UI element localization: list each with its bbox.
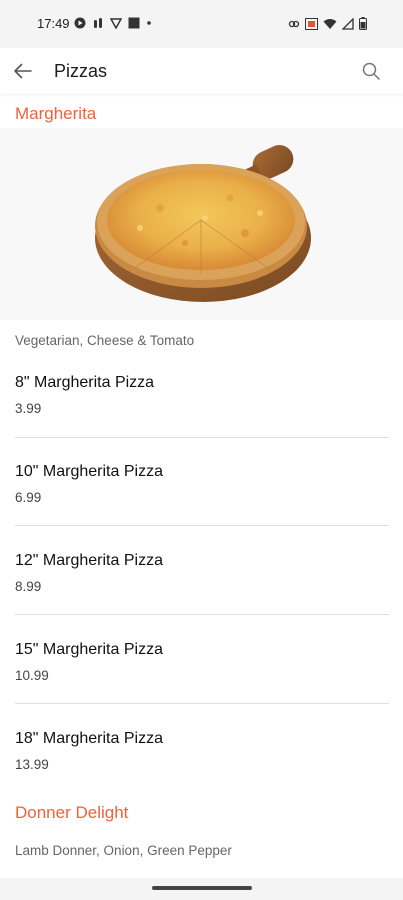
page-title: Pizzas [54, 61, 108, 81]
link-icon [288, 20, 300, 27]
square-notification-icon [128, 17, 140, 29]
divider [15, 437, 389, 438]
item-price: 13.99 [15, 757, 49, 772]
signal-icon [342, 17, 354, 30]
home-indicator[interactable] [152, 886, 252, 890]
arrow-left-icon [14, 63, 32, 79]
menu-item[interactable]: 10" Margherita Pizza 6.99 [15, 463, 389, 551]
section-description-margherita: Vegetarian, Cheese & Tomato [15, 333, 195, 348]
divider [15, 614, 389, 615]
battery-icon [359, 17, 367, 30]
status-right-icons [288, 17, 367, 30]
search-icon [362, 62, 380, 80]
app-bar: Pizzas [0, 48, 403, 94]
item-price: 10.99 [15, 668, 49, 683]
item-price: 3.99 [15, 401, 42, 416]
item-name: 8" Margherita Pizza [15, 374, 155, 391]
item-price: 8.99 [15, 579, 42, 594]
item-price: 6.99 [15, 490, 42, 505]
data-saver-icon [305, 17, 318, 30]
divider [15, 703, 389, 704]
dot-icon [147, 21, 151, 25]
status-left-icons [74, 17, 152, 29]
menu-item[interactable]: 15" Margherita Pizza 10.99 [15, 641, 389, 729]
menu-item[interactable]: 12" Margherita Pizza 8.99 [15, 552, 389, 640]
status-bar: 17:49 [0, 0, 403, 48]
pizza-image [95, 145, 311, 302]
section-title-margherita: Margherita [15, 104, 97, 123]
search-button[interactable] [361, 61, 381, 81]
status-time: 17:49 [37, 16, 70, 31]
item-name: 15" Margherita Pizza [15, 641, 163, 658]
section-title-donner-delight: Donner Delight [15, 803, 129, 822]
margherita-image [0, 128, 403, 320]
shield-icon [110, 18, 122, 29]
app-notification-icon [94, 18, 102, 28]
back-button[interactable] [12, 60, 34, 82]
menu-item[interactable]: 8" Margherita Pizza 3.99 [15, 374, 389, 462]
item-name: 12" Margherita Pizza [15, 552, 163, 569]
item-name: 18" Margherita Pizza [15, 730, 163, 747]
wifi-icon [323, 18, 337, 29]
media-icon [74, 17, 86, 29]
item-name: 10" Margherita Pizza [15, 463, 163, 480]
divider [15, 525, 389, 526]
section-description-donner-delight: Lamb Donner, Onion, Green Pepper [15, 843, 232, 858]
